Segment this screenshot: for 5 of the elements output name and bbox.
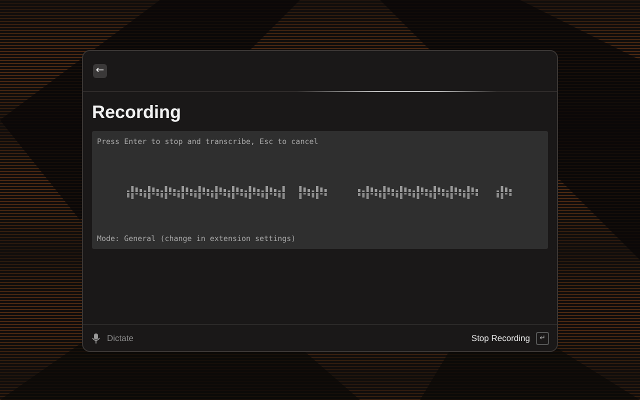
page-title: Recording xyxy=(92,102,182,123)
stop-recording-button[interactable]: Stop Recording xyxy=(471,333,530,343)
back-button[interactable]: ← xyxy=(93,64,107,78)
dictate-button[interactable]: Dictate xyxy=(107,333,134,343)
microphone-icon xyxy=(91,332,101,344)
